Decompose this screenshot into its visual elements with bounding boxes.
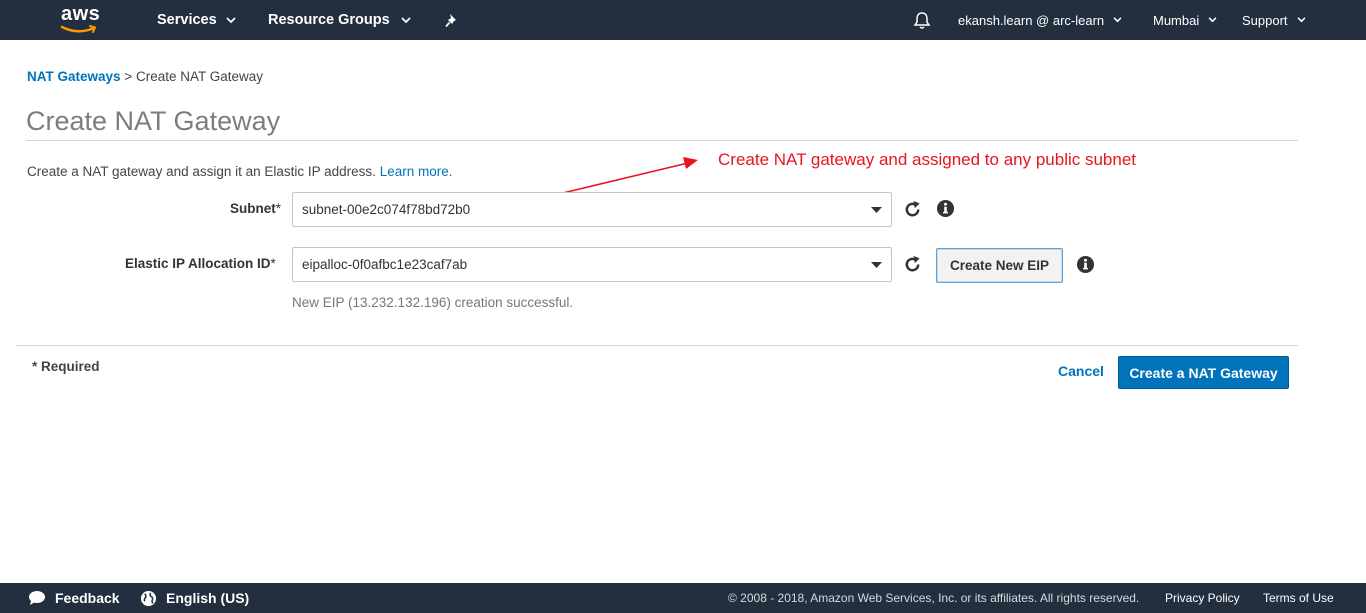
required-note: * Required xyxy=(32,359,100,374)
required-mark: * xyxy=(270,256,276,271)
aws-smile-icon xyxy=(60,25,97,33)
breadcrumb-nat-gateways-link[interactable]: NAT Gateways xyxy=(27,69,121,84)
language-selector[interactable]: English (US) xyxy=(140,583,249,613)
create-new-eip-button[interactable]: Create New EIP xyxy=(936,248,1063,283)
elastic-ip-select[interactable]: eipalloc-0f0afbc1e23caf7ab xyxy=(292,247,892,282)
support-menu[interactable]: Support xyxy=(1242,0,1306,40)
chevron-down-icon xyxy=(1208,17,1217,23)
info-icon[interactable] xyxy=(934,197,956,219)
account-menu[interactable]: ekansh.learn @ arc-learn xyxy=(958,0,1122,40)
actions-divider xyxy=(16,345,1298,346)
refresh-icon[interactable] xyxy=(901,253,923,275)
annotation-text: Create NAT gateway and assigned to any p… xyxy=(718,150,1137,169)
title-divider xyxy=(26,140,1298,141)
speech-bubble-icon xyxy=(28,590,46,606)
description-text: Create a NAT gateway and assign it an El… xyxy=(27,164,376,179)
pin-icon[interactable] xyxy=(445,0,459,40)
services-label: Services xyxy=(157,12,217,28)
chevron-down-icon xyxy=(401,16,411,24)
aws-logo[interactable]: aws xyxy=(58,3,106,37)
top-navigation-bar: aws Services Resource Groups ekansh.lear… xyxy=(0,0,1366,40)
subnet-select[interactable]: subnet-00e2c074f78bd72b0 xyxy=(292,192,892,227)
chevron-down-icon xyxy=(1113,17,1122,23)
info-icon[interactable] xyxy=(1074,253,1096,275)
eip-success-message: New EIP (13.232.132.196) creation succes… xyxy=(292,295,574,310)
support-label: Support xyxy=(1242,12,1288,28)
feedback-label: Feedback xyxy=(55,590,120,606)
required-mark: * xyxy=(275,201,282,216)
region-label: Mumbai xyxy=(1153,12,1200,28)
copyright-text: © 2008 - 2018, Amazon Web Services, Inc.… xyxy=(728,591,1140,605)
subnet-label-text: Subnet xyxy=(230,201,276,216)
page-title: Create NAT Gateway xyxy=(26,106,281,136)
caret-down-icon xyxy=(861,206,891,213)
elastic-ip-label: Elastic IP Allocation ID* xyxy=(125,256,276,271)
subnet-select-value: subnet-00e2c074f78bd72b0 xyxy=(302,202,471,217)
elastic-ip-select-value: eipalloc-0f0afbc1e23caf7ab xyxy=(302,257,468,272)
chevron-down-icon xyxy=(226,16,236,24)
resource-groups-menu[interactable]: Resource Groups xyxy=(268,0,411,40)
globe-icon xyxy=(140,590,157,607)
breadcrumb-separator: > xyxy=(124,69,133,84)
services-menu[interactable]: Services xyxy=(157,0,236,40)
bottom-bar: Feedback English (US) © 2008 - 2018, Ama… xyxy=(0,583,1366,613)
annotation-arrow xyxy=(491,157,698,211)
breadcrumb: NAT Gateways > Create NAT Gateway xyxy=(27,69,263,84)
breadcrumb-current: Create NAT Gateway xyxy=(135,69,264,84)
create-nat-gateway-button[interactable]: Create a NAT Gateway xyxy=(1118,356,1289,389)
bell-icon[interactable] xyxy=(913,0,931,40)
subnet-label: Subnet* xyxy=(230,201,281,216)
feedback-button[interactable]: Feedback xyxy=(28,583,120,613)
terms-of-use-link[interactable]: Terms of Use xyxy=(1263,583,1334,613)
elastic-ip-label-text: Elastic IP Allocation ID xyxy=(125,256,271,271)
resource-groups-label: Resource Groups xyxy=(268,12,390,28)
language-label: English (US) xyxy=(166,590,250,606)
learn-more-link[interactable]: Learn more. xyxy=(380,164,453,179)
cancel-button[interactable]: Cancel xyxy=(1058,363,1104,379)
chevron-down-icon xyxy=(1297,17,1306,23)
aws-logo-text: aws xyxy=(61,3,101,25)
privacy-policy-link[interactable]: Privacy Policy xyxy=(1165,583,1240,613)
caret-down-icon xyxy=(861,261,891,268)
page-description: Create a NAT gateway and assign it an El… xyxy=(27,164,453,179)
refresh-icon[interactable] xyxy=(901,198,923,220)
region-menu[interactable]: Mumbai xyxy=(1153,0,1217,40)
account-label: ekansh.learn @ arc-learn xyxy=(958,12,1105,28)
